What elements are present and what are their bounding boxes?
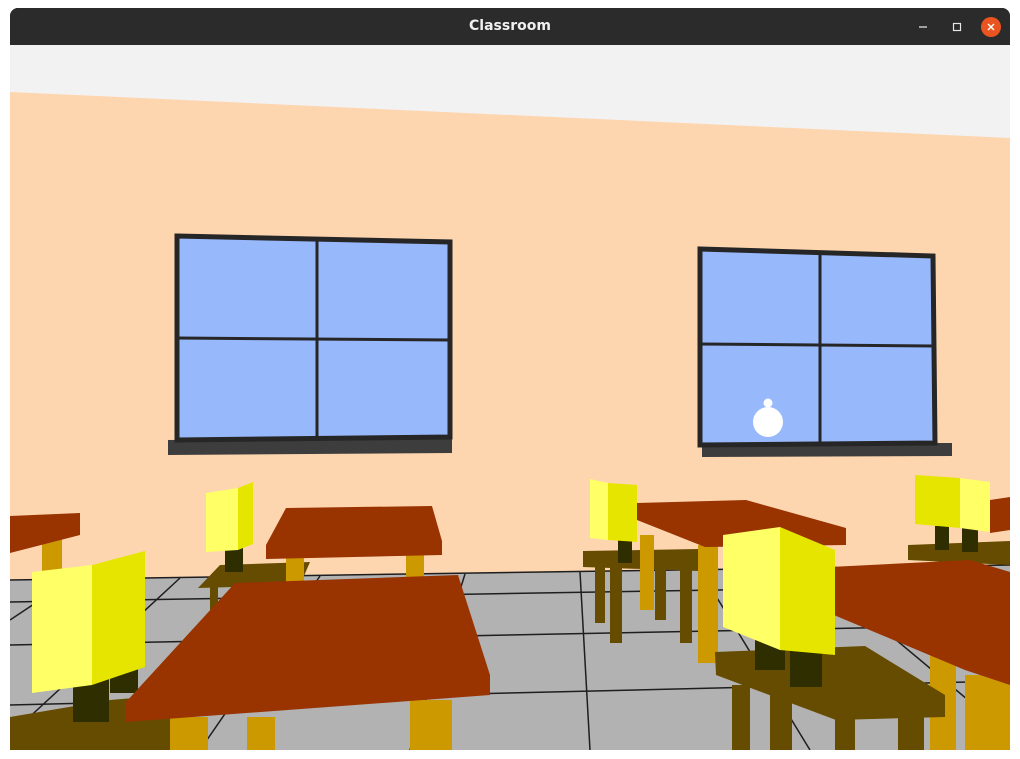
window-right (697, 246, 952, 457)
window-transom (176, 336, 451, 342)
title-bar[interactable]: Classroom (10, 8, 1010, 45)
maximize-button[interactable] (947, 17, 967, 37)
desk-far-right (990, 497, 1010, 533)
window-left (168, 233, 453, 455)
window-transom (699, 342, 935, 348)
minimize-icon (919, 26, 927, 28)
minimize-button[interactable] (913, 17, 933, 37)
close-icon (987, 23, 995, 31)
window-title: Classroom (469, 18, 551, 34)
close-button[interactable] (981, 17, 1001, 37)
maximize-icon (952, 22, 962, 32)
scene-viewport[interactable] (10, 45, 1010, 750)
classroom-render (10, 45, 1010, 750)
app-window: Classroom (10, 8, 1010, 750)
